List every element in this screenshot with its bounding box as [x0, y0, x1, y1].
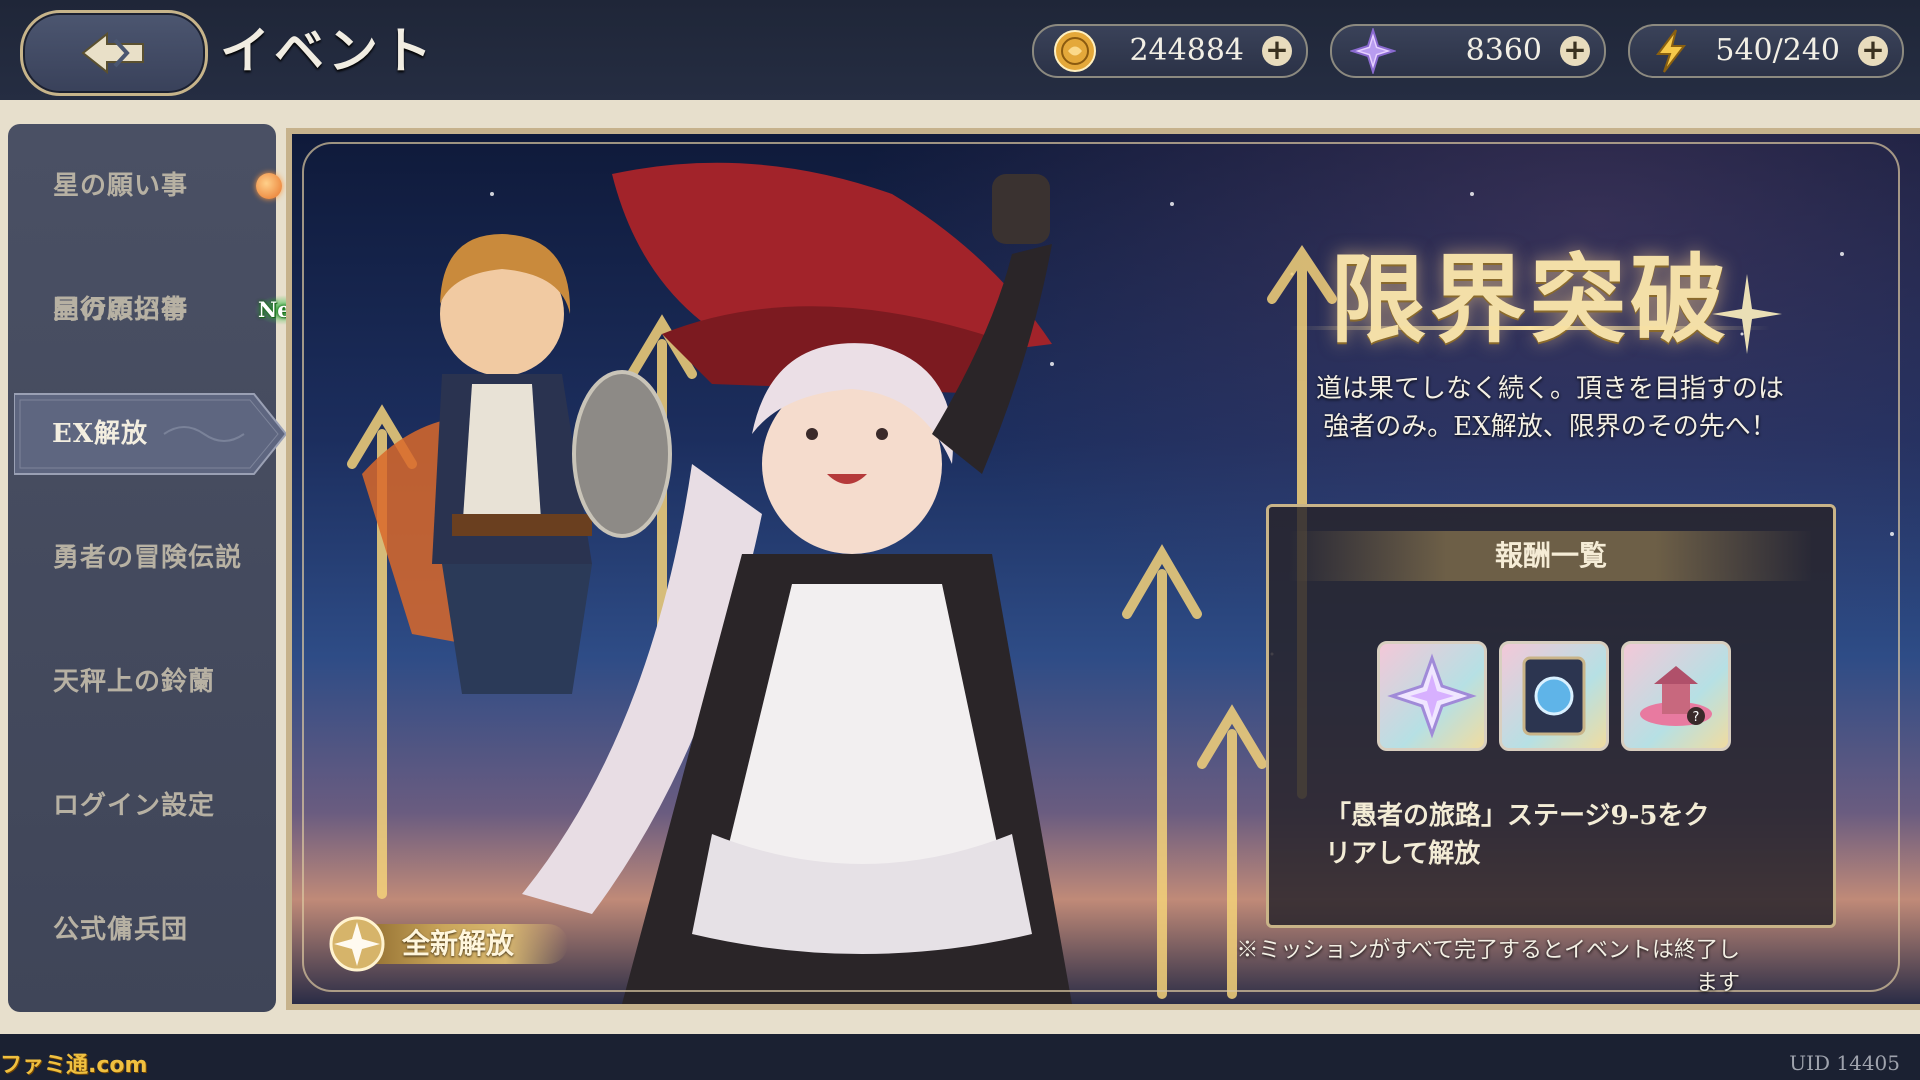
- sidebar-item-star-wish[interactable]: 星の願い事: [8, 144, 282, 228]
- title-underline: [1290, 326, 1770, 330]
- unlock-line-2: リアして解放: [1325, 839, 1481, 869]
- gold-resource[interactable]: 244884 +: [1032, 24, 1308, 78]
- reward-item-2[interactable]: [1499, 641, 1609, 751]
- reward-header: 報酬一覧: [1289, 531, 1813, 581]
- sidebar-item-label: 公式傭兵団: [53, 915, 189, 945]
- add-stamina-button[interactable]: +: [1858, 36, 1888, 66]
- reward-item-1[interactable]: [1377, 641, 1487, 751]
- watermark-logo: ファミ通.com: [0, 1053, 148, 1078]
- add-gold-button[interactable]: +: [1262, 36, 1292, 66]
- sidebar-item-ex-release[interactable]: EX解放: [14, 392, 289, 476]
- stamina-value: 540/240: [1715, 33, 1840, 68]
- crystal-resource[interactable]: 8360 +: [1330, 24, 1606, 78]
- card-book-icon: [1522, 656, 1586, 736]
- star-emblem-icon: [329, 916, 385, 972]
- reward-panel: 報酬一覧 ? 「愚者の旅路」ステージ9-5をク リアして解放: [1266, 504, 1836, 928]
- bottom-bar: [0, 1034, 1920, 1080]
- notification-dot-icon: [256, 173, 282, 199]
- event-title: 限界突破: [1330, 243, 1730, 356]
- back-button[interactable]: [20, 10, 208, 96]
- uid-label: UID 14405: [1789, 1051, 1900, 1075]
- unlock-line-1: 「愚者の旅路」ステージ9-5をク: [1325, 801, 1710, 831]
- sidebar-item-login-settings[interactable]: ログイン設定: [8, 764, 276, 848]
- sidebar-item-hero-adventure[interactable]: 勇者の冒険伝説: [8, 516, 276, 600]
- sidebar-item-label: ログイン設定: [53, 791, 216, 821]
- new-release-label: 全新解放: [402, 927, 515, 960]
- gold-coin-icon: [1054, 30, 1096, 72]
- crystal-value: 8360: [1465, 33, 1542, 68]
- star-crystal-icon: [1350, 28, 1396, 74]
- sidebar-item-label: 天秤上の鈴蘭: [53, 667, 216, 697]
- note-line-2: ます: [1695, 971, 1740, 996]
- sidebar-item-companion-invite[interactable]: 同行の招待 New: [8, 268, 313, 352]
- back-arrow-icon: [81, 31, 144, 75]
- sidebar-item-lily-on-scale[interactable]: 天秤上の鈴蘭: [8, 640, 276, 724]
- page-title: イベント: [220, 21, 436, 80]
- star-crystal-icon: [1387, 653, 1477, 739]
- sidebar-item-official-mercenaries[interactable]: 公式傭兵団: [8, 888, 276, 972]
- event-description: 道は果てしなく続く。頂きを目指すのは 強者のみ。EX解放、限界のその先へ！: [1270, 370, 1830, 446]
- mission-note: ※ミッションがすべて完了するとイベントは終了し ます: [1140, 934, 1740, 1000]
- sidebar-item-label: 同行の招待: [53, 295, 189, 325]
- reward-item-3[interactable]: ?: [1621, 641, 1731, 751]
- svg-text:?: ?: [1693, 710, 1700, 725]
- add-crystal-button[interactable]: +: [1560, 36, 1590, 66]
- sidebar-item-label: 星の願い事: [53, 171, 189, 201]
- note-line-1: ※ミッションがすべて完了するとイベントは終了し: [1236, 938, 1740, 963]
- pagoda-icon: ?: [1640, 666, 1712, 726]
- description-line-2: 強者のみ。EX解放、限界のその先へ！: [1323, 412, 1777, 442]
- unlock-condition: 「愚者の旅路」ステージ9-5をク リアして解放: [1325, 797, 1795, 873]
- sidebar-item-label: 勇者の冒険伝説: [53, 543, 243, 573]
- sidebar-item-label: EX解放: [52, 419, 148, 449]
- stamina-resource[interactable]: 540/240 +: [1628, 24, 1904, 78]
- gold-value: 244884: [1129, 33, 1244, 68]
- lightning-icon: [1656, 29, 1687, 73]
- reward-title: 報酬一覧: [1494, 539, 1607, 572]
- description-line-1: 道は果てしなく続く。頂きを目指すのは: [1315, 374, 1784, 404]
- new-release-tag: 全新解放: [322, 914, 582, 972]
